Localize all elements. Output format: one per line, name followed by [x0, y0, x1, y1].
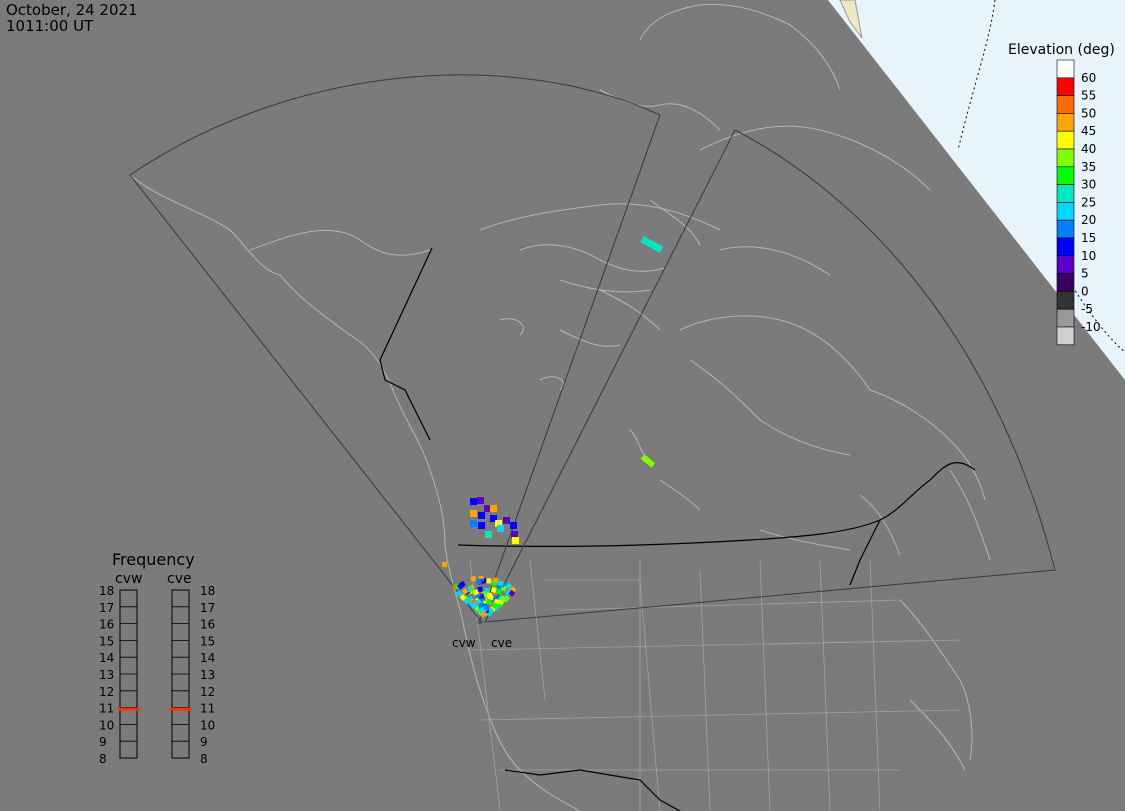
echo-cell [483, 604, 490, 610]
cve-site-label: cve [491, 636, 512, 650]
state-borders [469, 559, 961, 811]
echo-cell [478, 522, 485, 529]
echo-scatter [442, 236, 664, 618]
frequency-tick-left: 10 [99, 718, 114, 732]
frequency-tick-right: 14 [200, 651, 215, 665]
coastlines [129, 3, 991, 811]
frequency-column-label-cvw: cvw [115, 571, 142, 587]
frequency-tick-right: 10 [200, 718, 215, 732]
frequency-tick-left: 17 [99, 601, 114, 615]
radar-fov-outlines [129, 74, 1056, 623]
elevation-swatch [1056, 77, 1075, 96]
echo-cell [478, 512, 485, 519]
frequency-tick-right: 18 [200, 584, 215, 598]
elevation-scale-title: Elevation (deg) [1008, 42, 1115, 58]
elevation-swatch [1056, 326, 1075, 346]
elevation-tick-label: 5 [1081, 267, 1089, 281]
echo-cell [470, 498, 477, 505]
frequency-tick-left: 11 [99, 702, 114, 716]
frequency-tick-right: 15 [200, 634, 215, 648]
cvw-site-marker [477, 619, 483, 625]
frequency-tick-left: 16 [99, 618, 114, 632]
echo-cell [442, 562, 447, 567]
map-canvas: cvw cve Elevation (deg) 6055504540353025… [99, 0, 1125, 811]
frequency-column-label-cve: cve [167, 571, 192, 587]
elevation-swatch [1056, 219, 1075, 239]
echo-cell [477, 497, 484, 504]
frequency-tick-left: 18 [99, 584, 114, 598]
elevation-tick-label: 25 [1081, 195, 1096, 209]
elevation-tick-label: 30 [1081, 178, 1096, 192]
echo-cell [485, 531, 492, 538]
echo-cell [470, 520, 477, 527]
elevation-swatch [1056, 130, 1075, 150]
echo-cell [640, 454, 656, 468]
elevation-swatch [1056, 237, 1075, 257]
frequency-tick-left: 14 [99, 651, 114, 665]
elevation-tick-label: -5 [1081, 302, 1093, 316]
echo-cell [476, 578, 482, 585]
frequency-tick-right: 11 [200, 702, 215, 716]
elevation-tick-label: -10 [1081, 320, 1101, 334]
radar-map-view: October, 24 2021 1011:00 UT cvw cve Elev… [0, 0, 1125, 811]
frequency-tick-right: 13 [200, 668, 215, 682]
echo-cell [510, 522, 517, 529]
cvw-site-label: cvw [452, 636, 476, 650]
echo-cell [486, 578, 492, 584]
echo-cell [484, 587, 490, 594]
echo-cell [503, 517, 510, 524]
echo-cell [490, 505, 497, 512]
elevation-tick-label: 0 [1081, 284, 1089, 298]
elevation-tick-label: 40 [1081, 142, 1096, 156]
elevation-swatch [1056, 255, 1075, 274]
elevation-swatch [1056, 113, 1075, 132]
elevation-tick-label: 10 [1081, 249, 1096, 263]
frequency-tick-left: 9 [99, 735, 107, 749]
frequency-tick-right: 8 [200, 752, 208, 766]
frequency-scales: 18 18 17 17 16 16 15 15 14 14 13 13 12 12 11 11 10 10 9 9 8 8 [99, 584, 215, 766]
frequency-tick-left: 13 [99, 668, 114, 682]
elevation-tick-label: 35 [1081, 160, 1096, 174]
elevation-swatch [1056, 148, 1075, 168]
echo-cell [470, 510, 477, 517]
echo-cell [640, 236, 664, 253]
echo-cell [512, 537, 519, 544]
elevation-swatch [1056, 273, 1075, 292]
elevation-tick-label: 50 [1081, 106, 1096, 120]
frequency-tick-right: 9 [200, 735, 208, 749]
elevation-tick-label: 60 [1081, 71, 1096, 85]
frequency-tick-left: 8 [99, 752, 107, 766]
elevation-tick-label: 45 [1081, 124, 1096, 138]
elevation-swatch [1056, 202, 1075, 221]
elevation-swatch [1056, 184, 1075, 203]
elevation-tick-label: 55 [1081, 89, 1096, 103]
echo-cell [485, 598, 492, 605]
echo-cell [511, 531, 518, 538]
elevation-swatch [1056, 59, 1075, 79]
frequency-tick-left: 12 [99, 685, 114, 699]
echo-cell [470, 575, 477, 582]
frequency-tick-right: 12 [200, 685, 215, 699]
elevation-swatch [1056, 95, 1075, 114]
country-borders [379, 247, 976, 811]
echo-cell [497, 525, 504, 532]
frequency-tick-left: 15 [99, 634, 114, 648]
echo-cell [484, 505, 491, 512]
frequency-panel-title: Frequency [112, 550, 195, 569]
elevation-swatch [1056, 166, 1075, 185]
elevation-tick-label: 15 [1081, 231, 1096, 245]
elevation-swatch [1056, 291, 1075, 310]
frequency-tick-right: 16 [200, 618, 215, 632]
elevation-tick-label: 20 [1081, 213, 1096, 227]
frequency-tick-right: 17 [200, 601, 215, 615]
elevation-swatch [1056, 308, 1075, 328]
